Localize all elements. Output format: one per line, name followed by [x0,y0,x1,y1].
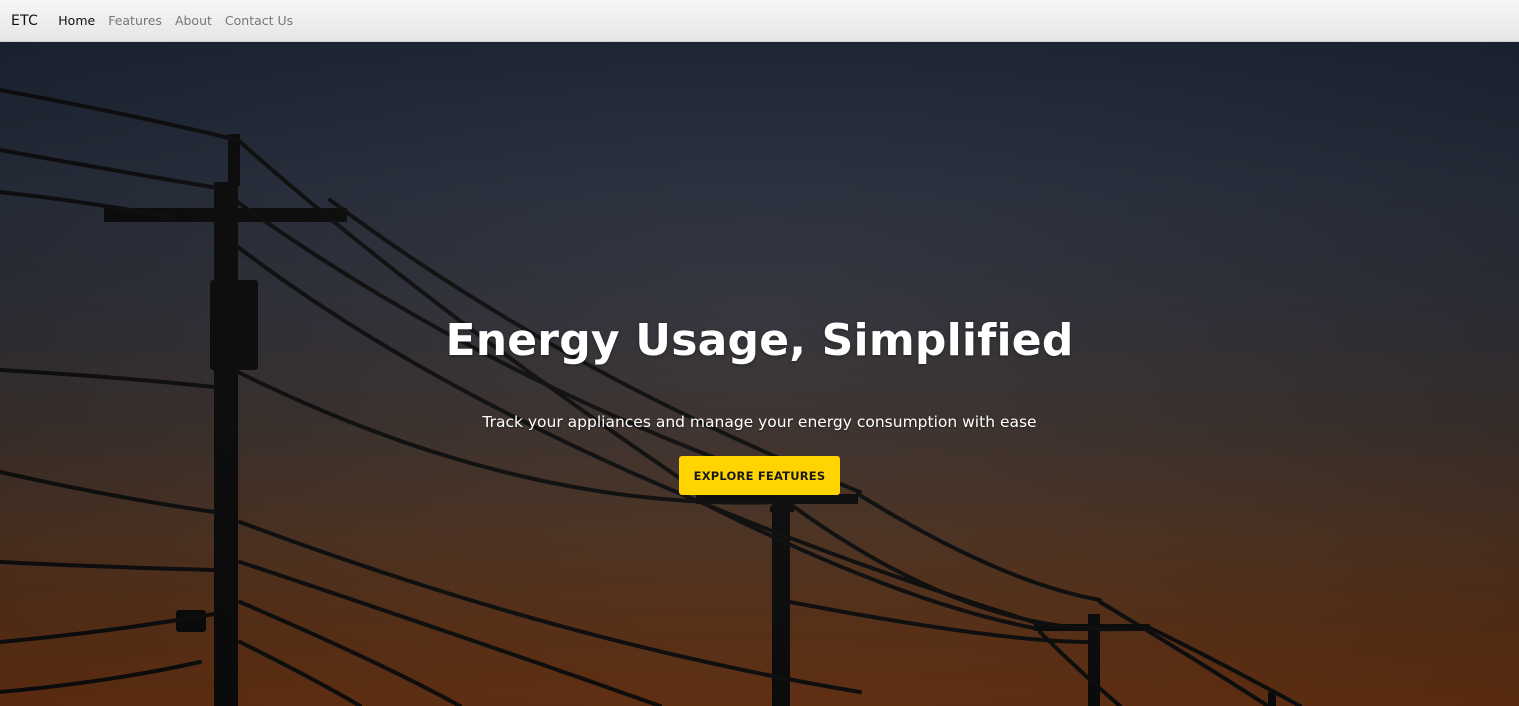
nav-link-features[interactable]: Features [108,13,162,28]
hero-section: Energy Usage, Simplified Track your appl… [0,42,1519,706]
nav-link-home[interactable]: Home [58,13,95,28]
explore-features-button[interactable]: EXPLORE FEATURES [679,456,840,496]
nav-link-about[interactable]: About [175,13,212,28]
hero-subtitle: Track your appliances and manage your en… [482,413,1037,432]
nav-link-contact-us[interactable]: Contact Us [225,13,293,28]
hero-content: Energy Usage, Simplified Track your appl… [0,42,1519,706]
brand-logo[interactable]: ETC [11,13,38,29]
top-navbar: ETC Home Features About Contact Us [0,0,1519,42]
hero-title: Energy Usage, Simplified [445,315,1074,366]
nav-links: Home Features About Contact Us [58,13,293,28]
